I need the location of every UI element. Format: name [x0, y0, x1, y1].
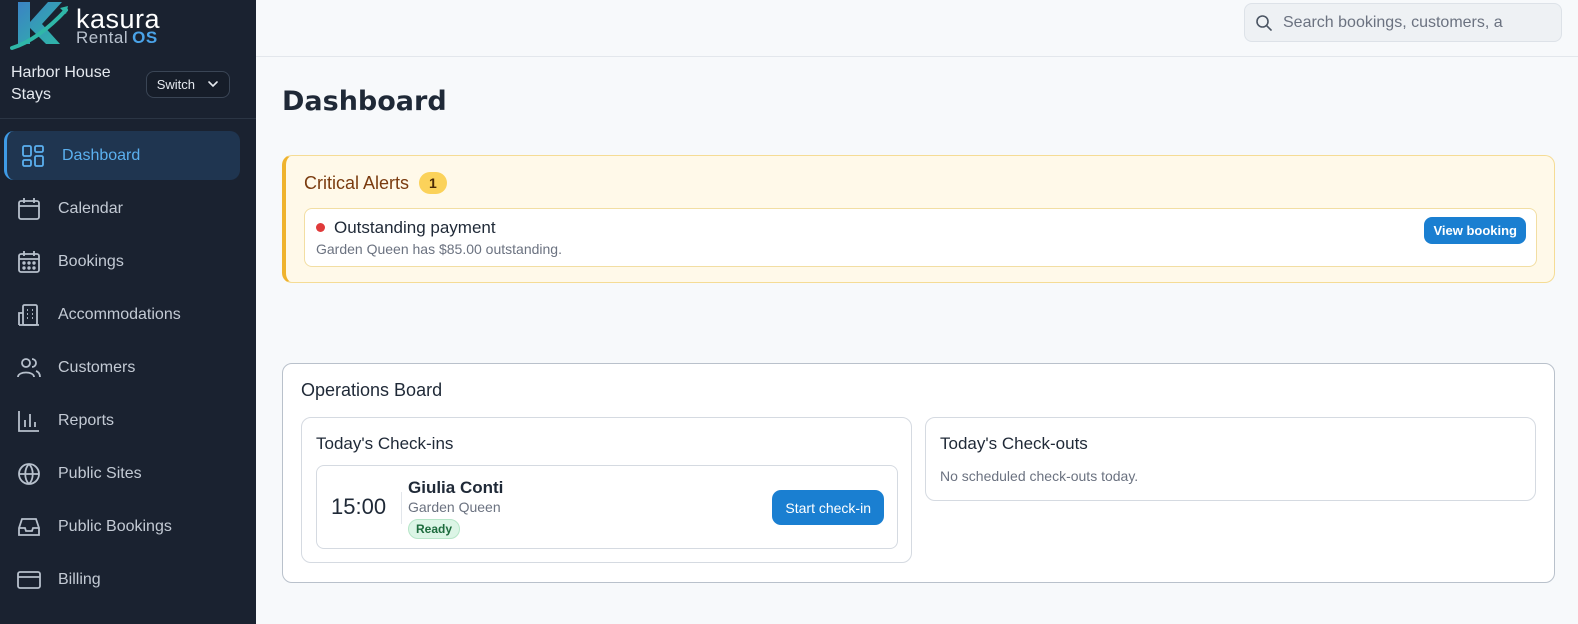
status-badge: Ready — [408, 519, 461, 539]
page-title: Dashboard — [282, 86, 447, 117]
switch-property-button[interactable]: Switch — [145, 70, 230, 98]
sidebar-item-label: Accommodations — [58, 305, 181, 323]
operations-board: Operations Board Today's Check-ins 15:00… — [282, 363, 1555, 583]
property-name: Harbor House Stays — [11, 64, 111, 103]
accommodation-name: Garden Queen — [408, 499, 501, 515]
search-icon — [1256, 14, 1272, 31]
alert-title: Outstanding payment — [334, 218, 496, 237]
sidebar-item-reports[interactable]: Reports — [4, 396, 240, 445]
building-icon — [18, 303, 39, 326]
switch-label: Switch — [156, 76, 195, 92]
sidebar-item-public-bookings[interactable]: Public Bookings — [4, 502, 240, 551]
sidebar-divider — [0, 118, 256, 119]
sidebar-item-bookings[interactable]: Bookings — [4, 237, 240, 286]
checkins-panel: Today's Check-ins 15:00 Giulia Conti Gar… — [301, 417, 912, 563]
checkin-divider — [401, 492, 402, 524]
credit-card-icon — [17, 570, 41, 589]
alert-detail: Garden Queen has $85.00 outstanding. — [316, 241, 562, 257]
alert-dot-icon — [316, 223, 325, 232]
checkin-time: 15:00 — [331, 494, 387, 519]
checkouts-empty-message: No scheduled check-outs today. — [940, 468, 1139, 484]
guest-name: Giulia Conti — [408, 478, 504, 497]
inbox-icon — [18, 517, 40, 536]
sidebar-item-accommodations[interactable]: Accommodations — [4, 290, 240, 339]
view-booking-button[interactable]: View booking — [1424, 217, 1526, 244]
alerts-title: Critical Alerts — [304, 172, 410, 193]
calendar-icon — [18, 197, 40, 220]
alerts-header: Critical Alerts 1 — [304, 172, 447, 194]
brand-logo[interactable]: kasura Rental OS — [10, 0, 170, 54]
property-switcher: Harbor House Stays Switch — [11, 60, 243, 108]
brand-sub-text: Rental — [76, 28, 129, 47]
sidebar-item-dashboard[interactable]: Dashboard — [4, 131, 240, 180]
start-checkin-button[interactable]: Start check-in — [772, 490, 884, 525]
top-bar — [256, 0, 1578, 57]
kasura-logo-icon — [10, 2, 68, 50]
sidebar-item-label: Calendar — [58, 199, 123, 217]
sidebar: kasura Rental OS Harbor House Stays Switc… — [0, 0, 256, 624]
sidebar-item-label: Customers — [58, 358, 136, 376]
sidebar-item-label: Dashboard — [62, 146, 141, 164]
sidebar-item-calendar[interactable]: Calendar — [4, 184, 240, 233]
sidebar-nav: Dashboard Calendar Bookings Accommodatio… — [0, 131, 256, 608]
sidebar-item-public-sites[interactable]: Public Sites — [4, 449, 240, 498]
search-box[interactable] — [1244, 3, 1562, 42]
critical-alerts-panel: Critical Alerts 1 Outstanding payment Ga… — [282, 155, 1555, 283]
checkins-title: Today's Check-ins — [316, 434, 454, 453]
sidebar-item-label: Billing — [58, 570, 101, 588]
checkouts-title: Today's Check-outs — [940, 434, 1088, 453]
bar-chart-icon — [18, 410, 39, 432]
search-input[interactable] — [1283, 13, 1523, 32]
alert-item: Outstanding payment Garden Queen has $85… — [304, 208, 1537, 267]
main-content: Dashboard Critical Alerts 1 Outstanding … — [256, 0, 1578, 624]
bookings-icon — [18, 250, 40, 273]
dashboard-icon — [22, 144, 44, 167]
sidebar-item-billing[interactable]: Billing — [4, 555, 240, 604]
checkin-card: 15:00 Giulia Conti Garden Queen Ready St… — [316, 465, 898, 549]
sidebar-item-customers[interactable]: Customers — [4, 343, 240, 392]
operations-board-title: Operations Board — [301, 380, 443, 400]
checkouts-panel: Today's Check-outs No scheduled check-ou… — [925, 417, 1536, 501]
chevron-down-icon — [208, 81, 218, 88]
globe-icon — [18, 462, 40, 485]
sidebar-item-label: Public Bookings — [58, 517, 172, 535]
brand-subtitle: Rental OS — [76, 28, 158, 48]
sidebar-item-label: Reports — [58, 411, 115, 429]
sidebar-item-label: Public Sites — [58, 464, 142, 482]
users-icon — [17, 357, 41, 377]
brand-sub-accent: OS — [132, 28, 158, 47]
app-root: kasura Rental OS Harbor House Stays Switc… — [0, 0, 1578, 624]
alerts-count-badge: 1 — [419, 172, 447, 194]
sidebar-item-label: Bookings — [58, 252, 124, 270]
